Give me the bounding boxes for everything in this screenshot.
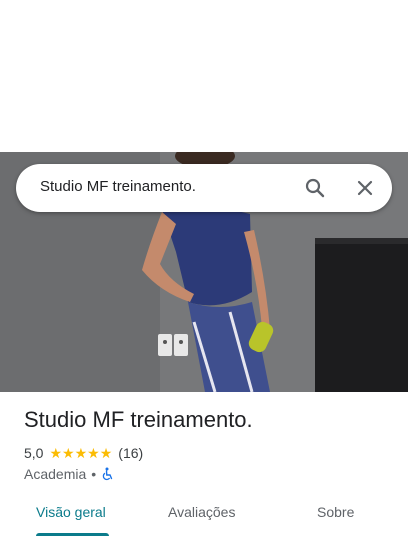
search-bar[interactable]: Studio MF treinamento. bbox=[16, 164, 392, 212]
search-input[interactable]: Studio MF treinamento. bbox=[40, 178, 196, 195]
tab-about[interactable]: Sobre bbox=[317, 504, 354, 520]
rating-value: 5,0 bbox=[24, 445, 44, 461]
wheelchair-icon bbox=[101, 467, 115, 481]
category-row: Academia • bbox=[24, 465, 115, 483]
map-area-blank bbox=[0, 0, 408, 152]
active-tab-indicator bbox=[36, 533, 109, 536]
star-icon: ★ bbox=[49, 445, 63, 461]
rating-row[interactable]: 5,0 ★ ★ ★ ★ ★ (16) bbox=[24, 444, 143, 462]
star-icon: ★ bbox=[62, 445, 75, 461]
category-label: Academia bbox=[24, 466, 87, 482]
tab-reviews[interactable]: Avaliações bbox=[168, 504, 235, 520]
separator-dot: • bbox=[91, 466, 97, 482]
star-icon: ★ bbox=[87, 445, 100, 461]
review-count[interactable]: (16) bbox=[118, 445, 143, 461]
close-icon[interactable] bbox=[353, 176, 377, 200]
search-icon[interactable] bbox=[303, 176, 327, 200]
tab-overview[interactable]: Visão geral bbox=[36, 504, 106, 520]
place-tabs: Visão geral Avaliações Sobre bbox=[0, 496, 408, 536]
place-title: Studio MF treinamento. bbox=[24, 407, 253, 432]
star-rating: ★ ★ ★ ★ ★ bbox=[49, 446, 112, 460]
star-icon: ★ bbox=[74, 445, 88, 461]
star-icon: ★ bbox=[99, 445, 113, 461]
